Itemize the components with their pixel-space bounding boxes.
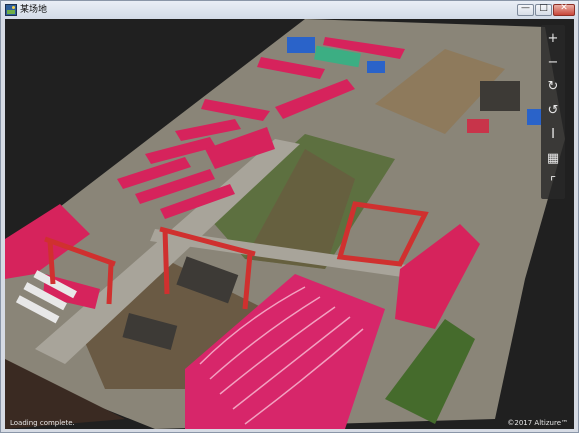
aerial-photo-icon: [5, 4, 17, 16]
rotate-clockwise-icon: ↻: [547, 79, 559, 94]
rotate-counterclockwise-icon: ↺: [547, 103, 559, 118]
zoom-in-icon: +: [547, 31, 559, 46]
maximize-icon: □: [539, 3, 548, 13]
app-window: 某场地 — □ ✕ + − ↻ ↺ I ▦ ⌜ Loading complete…: [0, 0, 579, 433]
minimize-button[interactable]: —: [517, 3, 534, 16]
blue-building: [287, 37, 315, 53]
loading-status: Loading complete.: [10, 419, 75, 427]
window-title: 某场地: [20, 5, 48, 15]
measure-height-icon: I: [551, 127, 555, 142]
copyright-label: ©2017 Altizure™: [507, 419, 568, 427]
rotate-counterclockwise-button[interactable]: ↺: [543, 101, 563, 121]
title-bar[interactable]: 某场地 — □ ✕: [1, 1, 578, 19]
zoom-out-button[interactable]: −: [543, 53, 563, 73]
blue-building-right: [367, 61, 385, 73]
grid-view-icon: ▦: [546, 151, 560, 166]
rotate-clockwise-button[interactable]: ↻: [543, 77, 563, 97]
maximize-button[interactable]: □: [535, 3, 552, 16]
close-button[interactable]: ✕: [553, 3, 575, 16]
map-toolbar: + − ↻ ↺ I ▦ ⌜: [541, 25, 565, 199]
small-red-building: [467, 119, 489, 133]
zoom-out-icon: −: [547, 55, 559, 70]
zoom-in-button[interactable]: +: [543, 29, 563, 49]
minimize-icon: —: [521, 3, 530, 13]
corner-view-icon: ⌜: [549, 175, 557, 190]
3d-map-viewport[interactable]: + − ↻ ↺ I ▦ ⌜ Loading complete. ©2017 Al…: [5, 19, 574, 429]
grid-view-button[interactable]: ▦: [543, 149, 563, 169]
close-icon: ✕: [560, 3, 568, 13]
measure-height-button[interactable]: I: [543, 125, 563, 145]
blue-building-far-right: [527, 109, 541, 125]
aerial-site-model[interactable]: [5, 19, 574, 429]
corner-view-button[interactable]: ⌜: [543, 173, 563, 193]
